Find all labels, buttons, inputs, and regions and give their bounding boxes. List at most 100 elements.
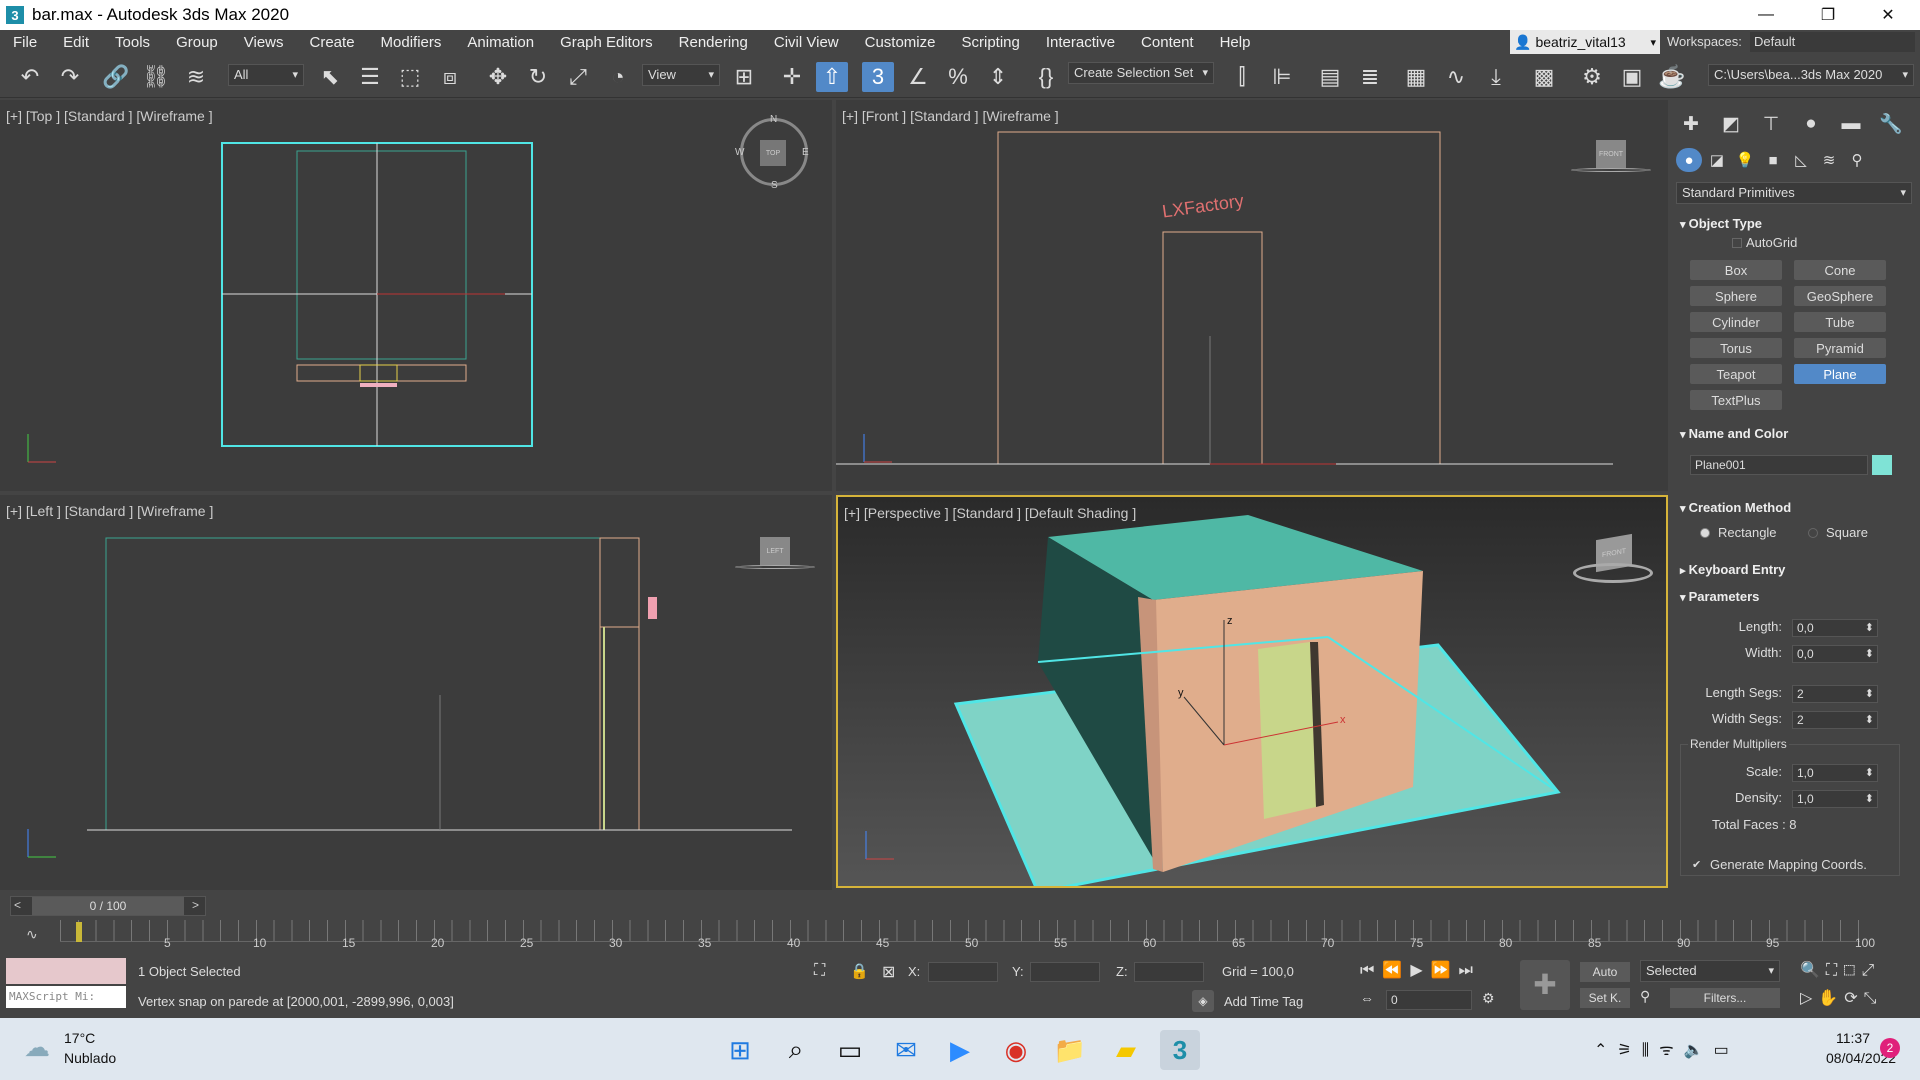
viewcube-ring[interactable]	[735, 565, 815, 569]
scale-icon[interactable]: ⤢	[562, 62, 594, 92]
viewcube-left[interactable]: LEFT	[760, 537, 790, 565]
width-segs-spinner[interactable]: 2	[1792, 711, 1878, 729]
viewport-navigation-icons[interactable]: 🔍⛶⬚⤢	[1800, 960, 1880, 980]
set-key-icon[interactable]: ✚	[1520, 960, 1570, 1010]
name-and-color-rollout[interactable]: Name and Color	[1680, 426, 1912, 441]
task-view-icon[interactable]: ▭	[830, 1030, 870, 1070]
named-selection-set-dropdown[interactable]: Create Selection Set	[1068, 62, 1214, 84]
select-manipulate-icon[interactable]: ✛	[776, 62, 808, 92]
torus-button[interactable]: Torus	[1690, 338, 1782, 358]
minimize-button[interactable]: —	[1738, 0, 1794, 30]
edit-named-selection-icon[interactable]: {}	[1030, 62, 1062, 92]
schematic-view-icon[interactable]: ⤓	[1480, 62, 1512, 92]
cone-button[interactable]: Cone	[1794, 260, 1886, 280]
time-configuration-icon[interactable]: ⚙	[1482, 990, 1495, 1007]
menu-rendering[interactable]: Rendering	[666, 34, 761, 51]
start-icon[interactable]: ⊞	[720, 1030, 760, 1070]
category-dropdown[interactable]: Standard Primitives	[1676, 182, 1912, 204]
playback-controls[interactable]: ⏮⏪▶⏩⏭	[1360, 960, 1481, 980]
window-crossing-icon[interactable]: ⧈	[434, 62, 466, 92]
width-spinner[interactable]: 0,0	[1792, 645, 1878, 663]
time-slider-thumb[interactable]: 0 / 100	[32, 897, 184, 915]
menu-animation[interactable]: Animation	[454, 34, 547, 51]
geosphere-button[interactable]: GeoSphere	[1794, 286, 1886, 306]
parameters-rollout[interactable]: Parameters	[1680, 589, 1912, 604]
notification-badge[interactable]: 2	[1880, 1038, 1900, 1058]
isolate-selection-icon[interactable]: ⛶	[814, 962, 825, 980]
layer-explorer-icon[interactable]: ≣	[1354, 62, 1386, 92]
cylinder-button[interactable]: Cylinder	[1690, 312, 1782, 332]
sphere-button[interactable]: Sphere	[1690, 286, 1782, 306]
clock-time[interactable]: 11:37	[1836, 1030, 1870, 1046]
keyboard-shortcut-override-icon[interactable]: ⇧	[816, 62, 848, 92]
viewcube-ring[interactable]	[1571, 168, 1651, 172]
viewport-perspective[interactable]: [+] [Perspective ] [Standard ] [Default …	[836, 495, 1668, 888]
zoom-icon[interactable]: ▶	[940, 1030, 980, 1070]
material-editor-icon[interactable]: ▩	[1528, 62, 1560, 92]
weather-cloud-icon[interactable]: ☁	[24, 1032, 50, 1063]
viewport-front[interactable]: [+] [Front ] [Standard ] [Wireframe ] LX…	[836, 100, 1668, 491]
autogrid-checkbox[interactable]	[1732, 238, 1742, 248]
x-coordinate-field[interactable]	[928, 962, 998, 982]
menu-create[interactable]: Create	[297, 34, 368, 51]
selection-filter-dropdown[interactable]: All	[228, 64, 304, 86]
menu-interactive[interactable]: Interactive	[1033, 34, 1128, 51]
sticky-notes-icon[interactable]: ▰	[1106, 1030, 1146, 1070]
hierarchy-tab-icon[interactable]: ⊤	[1756, 110, 1786, 138]
menu-file[interactable]: File	[0, 34, 50, 51]
spinner-snap-icon[interactable]: ⇕	[982, 62, 1014, 92]
select-by-name-icon[interactable]: ☰	[354, 62, 386, 92]
menu-content[interactable]: Content	[1128, 34, 1207, 51]
viewport-left[interactable]: [+] [Left ] [Standard ] [Wireframe ] LEF…	[0, 495, 832, 890]
add-time-tag[interactable]: Add Time Tag	[1224, 994, 1303, 1009]
current-frame-field[interactable]: 0	[1386, 990, 1472, 1010]
chrome-icon[interactable]: ◉	[996, 1030, 1036, 1070]
link-icon[interactable]: 🔗	[100, 62, 132, 92]
time-tag-icon[interactable]: ◈	[1192, 990, 1214, 1012]
curve-editor-icon[interactable]: ∿	[1440, 62, 1472, 92]
weather-description[interactable]: Nublado	[64, 1050, 116, 1066]
key-filter-dropdown[interactable]: Selected	[1640, 960, 1780, 982]
viewport-front-label[interactable]: [+] [Front ] [Standard ] [Wireframe ]	[842, 108, 1059, 124]
viewport-left-label[interactable]: [+] [Left ] [Standard ] [Wireframe ]	[6, 503, 213, 519]
length-segs-spinner[interactable]: 2	[1792, 685, 1878, 703]
object-color-swatch[interactable]	[1872, 455, 1892, 475]
pivot-center-icon[interactable]: ⊞	[728, 62, 760, 92]
menu-group[interactable]: Group	[163, 34, 231, 51]
z-coordinate-field[interactable]	[1134, 962, 1204, 982]
snaps-toggle-icon[interactable]: 3	[862, 62, 894, 92]
unlink-icon[interactable]: ⛓	[140, 62, 172, 92]
textplus-button[interactable]: TextPlus	[1690, 390, 1782, 410]
key-mode-toggle-icon[interactable]: ⚲	[1640, 988, 1662, 1008]
close-button[interactable]: ✕	[1860, 0, 1916, 30]
scene-explorer-icon[interactable]: ▤	[1314, 62, 1346, 92]
menu-civil-view[interactable]: Civil View	[761, 34, 852, 51]
display-tab-icon[interactable]: ▬	[1836, 110, 1866, 138]
time-prev-arrow[interactable]: <	[14, 898, 21, 912]
y-coordinate-field[interactable]	[1030, 962, 1100, 982]
creation-method-rollout[interactable]: Creation Method	[1680, 500, 1912, 515]
maxscript-listener-output[interactable]	[6, 958, 126, 984]
user-account-dropdown[interactable]: 👤 beatriz_vital13 ▾	[1510, 30, 1660, 54]
render-setup-icon[interactable]: ⚙	[1576, 62, 1608, 92]
menu-scripting[interactable]: Scripting	[948, 34, 1032, 51]
select-object-icon[interactable]: ⬉	[314, 62, 346, 92]
pyramid-button[interactable]: Pyramid	[1794, 338, 1886, 358]
create-tab-icon[interactable]: ✚	[1676, 110, 1706, 138]
render-production-icon[interactable]: ☕	[1656, 62, 1688, 92]
project-folder-dropdown[interactable]: C:\Users\bea...3ds Max 2020	[1708, 64, 1914, 86]
tube-button[interactable]: Tube	[1794, 312, 1886, 332]
modify-tab-icon[interactable]: ◩	[1716, 110, 1746, 138]
shapes-icon[interactable]: ◪	[1704, 148, 1730, 172]
move-icon[interactable]: ✥	[482, 62, 514, 92]
viewcube-front[interactable]: FRONT	[1596, 140, 1626, 168]
workspaces-dropdown[interactable]: Default	[1750, 32, 1915, 52]
lights-icon[interactable]: 💡	[1732, 148, 1758, 172]
viewcube-top[interactable]: TOP	[760, 140, 786, 166]
placement-icon[interactable]: ◔	[602, 62, 634, 92]
menu-tools[interactable]: Tools	[102, 34, 163, 51]
absolute-mode-icon[interactable]: ⊠	[882, 962, 895, 982]
menu-help[interactable]: Help	[1207, 34, 1264, 51]
square-radio[interactable]	[1808, 528, 1818, 538]
system-tray-icons[interactable]: ⌃⚞⫼ᯤ🔈▭	[1594, 1038, 1739, 1060]
